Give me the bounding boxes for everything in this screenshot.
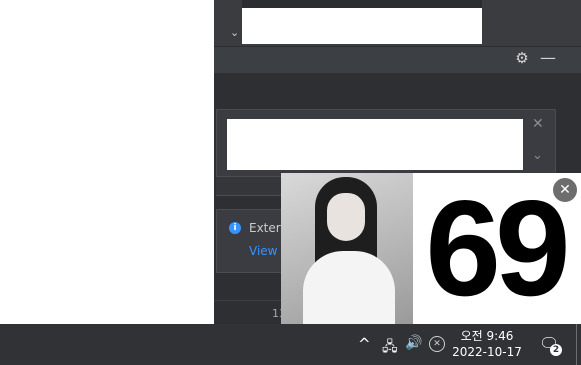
photo-body <box>303 251 395 324</box>
chevron-down-icon[interactable]: ⌄ <box>230 26 240 39</box>
notification-count-badge: 2 <box>550 344 562 356</box>
popup-photo <box>281 173 413 324</box>
clock-date[interactable]: 2022-10-17 <box>451 345 523 359</box>
info-icon: i <box>229 222 241 234</box>
chevron-up-icon[interactable]: ^ <box>358 335 371 353</box>
network-icon[interactable]: 🖧 <box>382 336 398 360</box>
editor-top-line <box>242 0 482 8</box>
photo-face <box>327 193 365 241</box>
clock-time[interactable]: 오전 9:46 <box>451 327 523 344</box>
notification-card: ✕ ⌄ <box>216 109 556 177</box>
volume-icon[interactable]: 🔊 <box>405 335 422 351</box>
ad-popup[interactable]: 69 ✕ <box>281 173 581 324</box>
close-icon[interactable]: ✕ <box>532 116 544 132</box>
blank-window-area <box>0 0 214 325</box>
notification-content <box>227 119 523 170</box>
close-icon[interactable]: ✕ <box>552 177 578 203</box>
chevron-down-icon[interactable]: ⌄ <box>532 148 543 163</box>
gear-icon[interactable]: ⚙ <box>514 50 530 66</box>
taskbar: ^ 🖧 🔊 ✕ 오전 9:46 2022-10-17 🗨 2 <box>0 324 581 365</box>
x-circle-icon[interactable]: ✕ <box>429 336 445 352</box>
show-desktop-button[interactable] <box>576 324 577 365</box>
minimize-icon[interactable]: — <box>540 50 556 66</box>
